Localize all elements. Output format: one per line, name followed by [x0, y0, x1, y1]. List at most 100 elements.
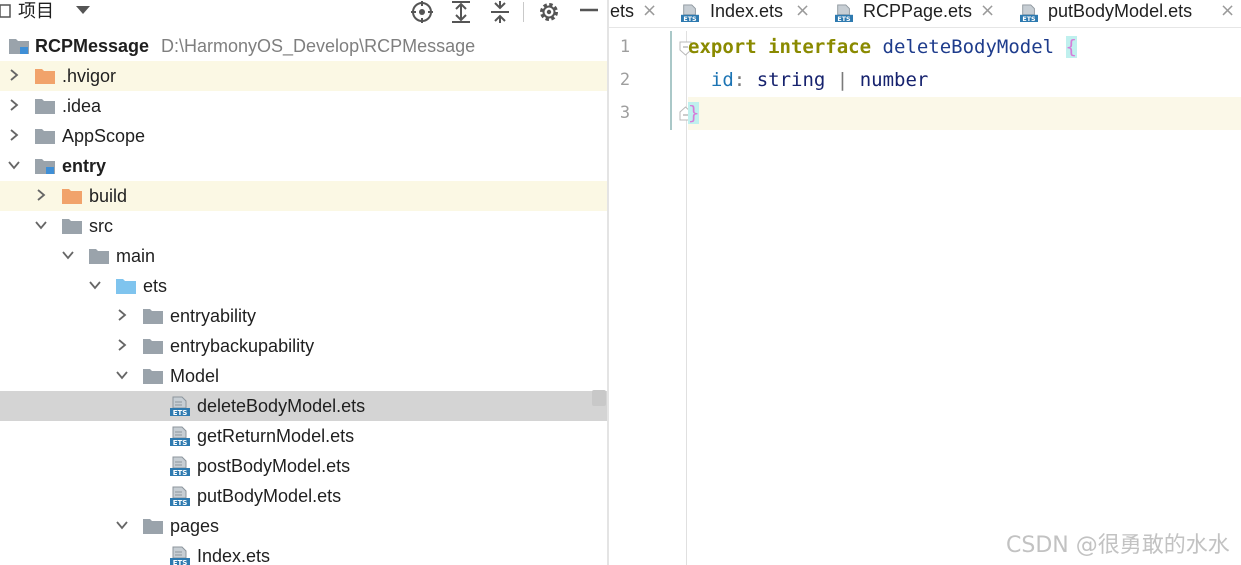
tab-close-icon[interactable]: × [795, 0, 810, 22]
ets-file-icon: ETS [170, 426, 190, 446]
tab-label: ets [610, 1, 635, 21]
watermark: CSDN @很勇敢的水水 [1006, 533, 1230, 558]
chevron-down-icon[interactable] [88, 278, 102, 292]
tab-close-icon[interactable]: × [980, 0, 995, 22]
tab-close-icon[interactable]: × [1220, 0, 1235, 22]
hide-icon[interactable] [577, 0, 601, 24]
tree-row-getreturnmodel[interactable]: ETS getReturnModel.ets [0, 421, 607, 451]
folder-blue-icon [116, 279, 136, 294]
project-folder-icon [9, 39, 29, 54]
project-view-title[interactable]: 项目 [18, 1, 54, 23]
chevron-down-icon[interactable] [115, 368, 129, 382]
collapse-all-icon[interactable] [488, 0, 512, 24]
chevron-down-icon[interactable] [7, 158, 21, 172]
chevron-right-icon[interactable] [115, 338, 129, 352]
ets-file-icon: ETS [170, 546, 190, 565]
editor-tab-bar: ets × ETS Index.ets × ETS RCPPage.ets × [609, 0, 1241, 28]
tree-item-label: getReturnModel.ets [197, 426, 355, 446]
tree-row-entry[interactable]: entry [0, 151, 607, 181]
folder-icon [89, 249, 109, 264]
tree-item-label: .hvigor [62, 66, 117, 86]
tree-row-ets[interactable]: ets [0, 271, 607, 301]
tab-label: RCPPage.ets [863, 1, 973, 21]
ets-file-icon: ETS [170, 396, 190, 416]
code-area[interactable]: export interface deleteBodyModel { id: s… [688, 31, 1241, 565]
folder-icon [62, 219, 82, 234]
code-line-3: } [688, 97, 1241, 130]
ets-file-icon: ETS [835, 4, 853, 22]
expand-all-icon[interactable] [449, 0, 473, 24]
folder-icon [35, 129, 55, 144]
tree-row-entryability[interactable]: entryability [0, 301, 607, 331]
tree-row-deletebodymodel[interactable]: ETS deleteBodyModel.ets [0, 391, 607, 421]
settings-icon[interactable] [537, 0, 561, 24]
tree-row-src[interactable]: src [0, 211, 607, 241]
svg-text:ETS: ETS [173, 559, 188, 565]
code-line-2: id: string | number [688, 64, 1241, 97]
project-view-icon [0, 4, 11, 18]
chevron-down-icon[interactable] [61, 248, 75, 262]
tree-row-model[interactable]: Model [0, 361, 607, 391]
tree-item-label: entryability [170, 306, 257, 326]
tree-row-build[interactable]: build [0, 181, 607, 211]
keyword-export: export [688, 36, 757, 58]
tree-row-idea[interactable]: .idea [0, 91, 607, 121]
tree-row-main[interactable]: main [0, 241, 607, 271]
tab-ets[interactable]: ets × [609, 0, 669, 28]
tree-root-path: D:\HarmonyOS_Develop\RCPMessage [161, 36, 476, 56]
tree-item-label: AppScope [62, 126, 146, 146]
tree-row-entrybackupability[interactable]: entrybackupability [0, 331, 607, 361]
svg-text:ETS: ETS [173, 409, 188, 416]
tab-index[interactable]: ETS Index.ets × [677, 0, 817, 28]
tree-item-label: .idea [62, 96, 102, 116]
editor-gutter[interactable]: 1 2 3 [609, 31, 692, 565]
chevron-down-icon[interactable] [34, 218, 48, 232]
close-brace: } [688, 102, 700, 124]
tree-item-label: main [116, 246, 156, 266]
folder-orange-icon [62, 189, 82, 204]
tree-item-label: postBodyModel.ets [197, 456, 351, 476]
svg-text:ETS: ETS [173, 439, 188, 446]
tree-row-appscope[interactable]: AppScope [0, 121, 607, 151]
tree-row-postbodymodel[interactable]: ETS postBodyModel.ets [0, 451, 607, 481]
project-panel: 项目 RCPMessage D:\HarmonyOS_Develop\RCPMe… [0, 0, 607, 565]
tree-item-label: Index.ets [197, 546, 271, 565]
chevron-down-icon[interactable] [115, 518, 129, 532]
line-number: 3 [619, 103, 631, 123]
tab-putbodymodel[interactable]: ETS putBodyModel.ets × [1016, 0, 1241, 28]
ets-file-icon: ETS [170, 456, 190, 476]
tree-item-label: Model [170, 366, 220, 386]
tree-row-root[interactable]: RCPMessage D:\HarmonyOS_Develop\RCPMessa… [0, 31, 607, 61]
chevron-right-icon[interactable] [7, 98, 21, 112]
folder-orange-icon [35, 69, 55, 84]
chevron-right-icon[interactable] [115, 308, 129, 322]
chevron-right-icon[interactable] [7, 128, 21, 142]
chevron-right-icon[interactable] [7, 68, 21, 82]
colon: : [733, 69, 746, 91]
tree-root-label: RCPMessage [35, 36, 150, 56]
ets-file-icon: ETS [1020, 4, 1038, 22]
tree-item-label: entry [62, 156, 107, 176]
svg-text:ETS: ETS [837, 16, 851, 22]
tab-close-icon[interactable]: × [642, 0, 657, 22]
open-brace: { [1065, 36, 1077, 58]
tree-row-index[interactable]: ETS Index.ets [0, 541, 607, 565]
view-dropdown-icon[interactable] [76, 6, 90, 14]
tree-row-pages[interactable]: pages [0, 511, 607, 541]
field-name: id [710, 69, 734, 91]
svg-text:ETS: ETS [173, 499, 188, 506]
line-number: 1 [619, 37, 631, 57]
panel-scrollbar-thumb[interactable] [592, 390, 606, 406]
tab-rcppage[interactable]: ETS RCPPage.ets × [831, 0, 1001, 28]
svg-text:ETS: ETS [1022, 16, 1036, 22]
ets-file-icon: ETS [170, 486, 190, 506]
tree-row-putbodymodel[interactable]: ETS putBodyModel.ets [0, 481, 607, 511]
tab-label: Index.ets [710, 1, 784, 21]
tab-label: putBodyModel.ets [1048, 1, 1193, 21]
tree-item-label: ets [143, 276, 168, 296]
tree-item-label: putBodyModel.ets [197, 486, 342, 506]
type-number: number [859, 69, 929, 91]
chevron-right-icon[interactable] [34, 188, 48, 202]
tree-row-hvigor[interactable]: .hvigor [0, 61, 607, 91]
locate-icon[interactable] [410, 0, 434, 24]
